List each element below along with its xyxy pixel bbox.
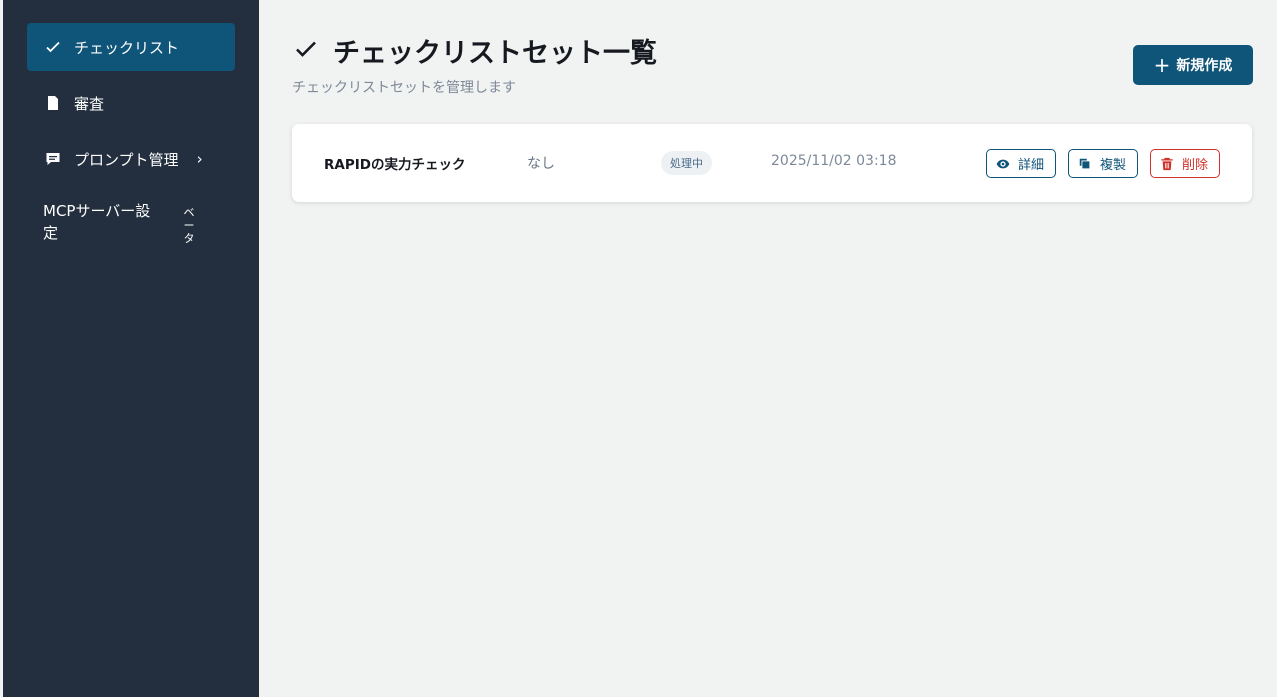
eye-icon xyxy=(996,159,1010,168)
page-subtitle: チェックリストセットを管理します xyxy=(292,80,516,96)
new-button-label: 新規作成 xyxy=(1176,58,1233,74)
sidebar-item-checklist[interactable]: チェックリスト xyxy=(27,23,235,71)
check-icon xyxy=(293,36,321,64)
delete-button-label: 削除 xyxy=(1182,158,1209,173)
plus-icon: + xyxy=(1153,53,1171,77)
copy-icon xyxy=(1079,158,1090,168)
delete-button[interactable]: 削除 xyxy=(1150,149,1220,178)
sidebar-item-label: 審査 xyxy=(74,94,105,113)
check-icon xyxy=(44,38,62,56)
beta-badge: ベータ xyxy=(183,206,195,245)
document-icon xyxy=(44,94,62,112)
checklist-description: なし xyxy=(527,156,555,172)
detail-button[interactable]: 詳細 xyxy=(986,149,1056,178)
sidebar: チェックリスト 審査 プロンプト管理 › MCPサーバー設定 ベータ xyxy=(3,0,259,697)
sidebar-item-prompt-management[interactable]: プロンプト管理 › xyxy=(27,135,235,183)
sidebar-item-label: プロンプト管理 xyxy=(74,150,179,169)
trash-icon xyxy=(1161,157,1173,170)
page-title-text: チェックリストセット一覧 xyxy=(333,37,657,69)
sidebar-item-label: MCPサーバー設定 xyxy=(43,202,151,242)
status-badge: 処理中 xyxy=(661,151,712,175)
list-item: RAPIDの実力チェック なし 処理中 2025/11/02 03:18 詳細 … xyxy=(292,124,1252,202)
chevron-right-icon: › xyxy=(196,150,203,168)
checklist-date: 2025/11/02 03:18 xyxy=(771,153,897,169)
sidebar-item-label: チェックリスト xyxy=(74,38,180,57)
checklist-name: RAPIDの実力チェック xyxy=(324,157,466,173)
copy-button-label: 複製 xyxy=(1100,158,1127,173)
page-title: チェックリストセット一覧 xyxy=(293,30,657,70)
sidebar-item-mcp-settings[interactable]: MCPサーバー設定 ベータ xyxy=(43,200,233,245)
new-button[interactable]: + 新規作成 xyxy=(1133,45,1253,85)
comment-icon xyxy=(44,150,62,168)
copy-button[interactable]: 複製 xyxy=(1068,149,1138,178)
detail-button-label: 詳細 xyxy=(1018,158,1045,173)
sidebar-item-review[interactable]: 審査 xyxy=(27,79,235,127)
